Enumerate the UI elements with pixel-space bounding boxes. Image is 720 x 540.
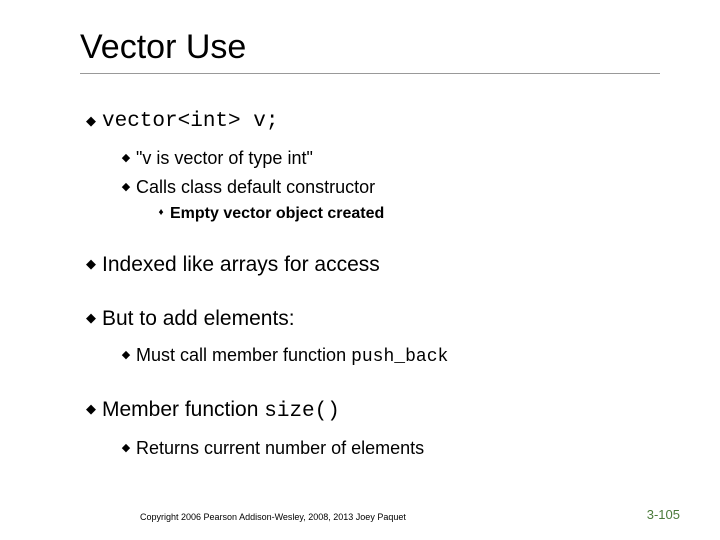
bullet-3-1-text: Must call member function push_back: [136, 343, 448, 369]
page-number: 3-105: [647, 507, 680, 522]
diamond-icon: ◆: [80, 305, 102, 326]
diamond-icon: ◆: [116, 343, 136, 361]
copyright-text: Copyright 2006 Pearson Addison-Wesley, 2…: [140, 512, 406, 522]
bullet-2-text: Indexed like arrays for access: [102, 251, 380, 279]
diamond-icon: ◆: [116, 175, 136, 193]
bullet-3-1: ◆ Must call member function push_back: [116, 343, 660, 369]
bullet-4-pre: Member function: [102, 398, 264, 421]
bullet-1-2-1: ♦ Empty vector object created: [152, 203, 660, 225]
bullet-4: ◆ Member function size(): [80, 396, 660, 426]
bullet-1-2-1-text: Empty vector object created: [170, 203, 384, 225]
bullet-3-1-code: push_back: [351, 347, 448, 367]
diamond-icon: ♦: [152, 203, 170, 218]
title-underline: [80, 73, 660, 74]
bullet-3-1-pre: Must call member function: [136, 345, 351, 365]
bullet-1-text: vector<int> v;: [102, 108, 278, 136]
bullet-4-1-text: Returns current number of elements: [136, 436, 424, 460]
diamond-icon: ◆: [80, 251, 102, 272]
bullet-1-1-text: "v is vector of type int": [136, 146, 313, 170]
diamond-icon: ◆: [80, 396, 102, 417]
bullet-1-2: ◆ Calls class default constructor: [116, 175, 660, 199]
diamond-icon: ◆: [116, 146, 136, 164]
bullet-4-1: ◆ Returns current number of elements: [116, 436, 660, 460]
bullet-2: ◆ Indexed like arrays for access: [80, 251, 660, 279]
slide-content: Vector Use ◆ vector<int> v; ◆ "v is vect…: [0, 0, 720, 460]
diamond-icon: ◆: [116, 436, 136, 454]
bullet-1: ◆ vector<int> v;: [80, 108, 660, 136]
bullet-3: ◆ But to add elements:: [80, 305, 660, 333]
slide-title: Vector Use: [80, 28, 660, 67]
bullet-4-text: Member function size(): [102, 396, 340, 426]
bullet-3-text: But to add elements:: [102, 305, 295, 333]
bullet-1-1: ◆ "v is vector of type int": [116, 146, 660, 170]
bullet-1-2-text: Calls class default constructor: [136, 175, 375, 199]
diamond-icon: ◆: [80, 108, 102, 129]
bullet-4-code: size(): [264, 400, 340, 423]
